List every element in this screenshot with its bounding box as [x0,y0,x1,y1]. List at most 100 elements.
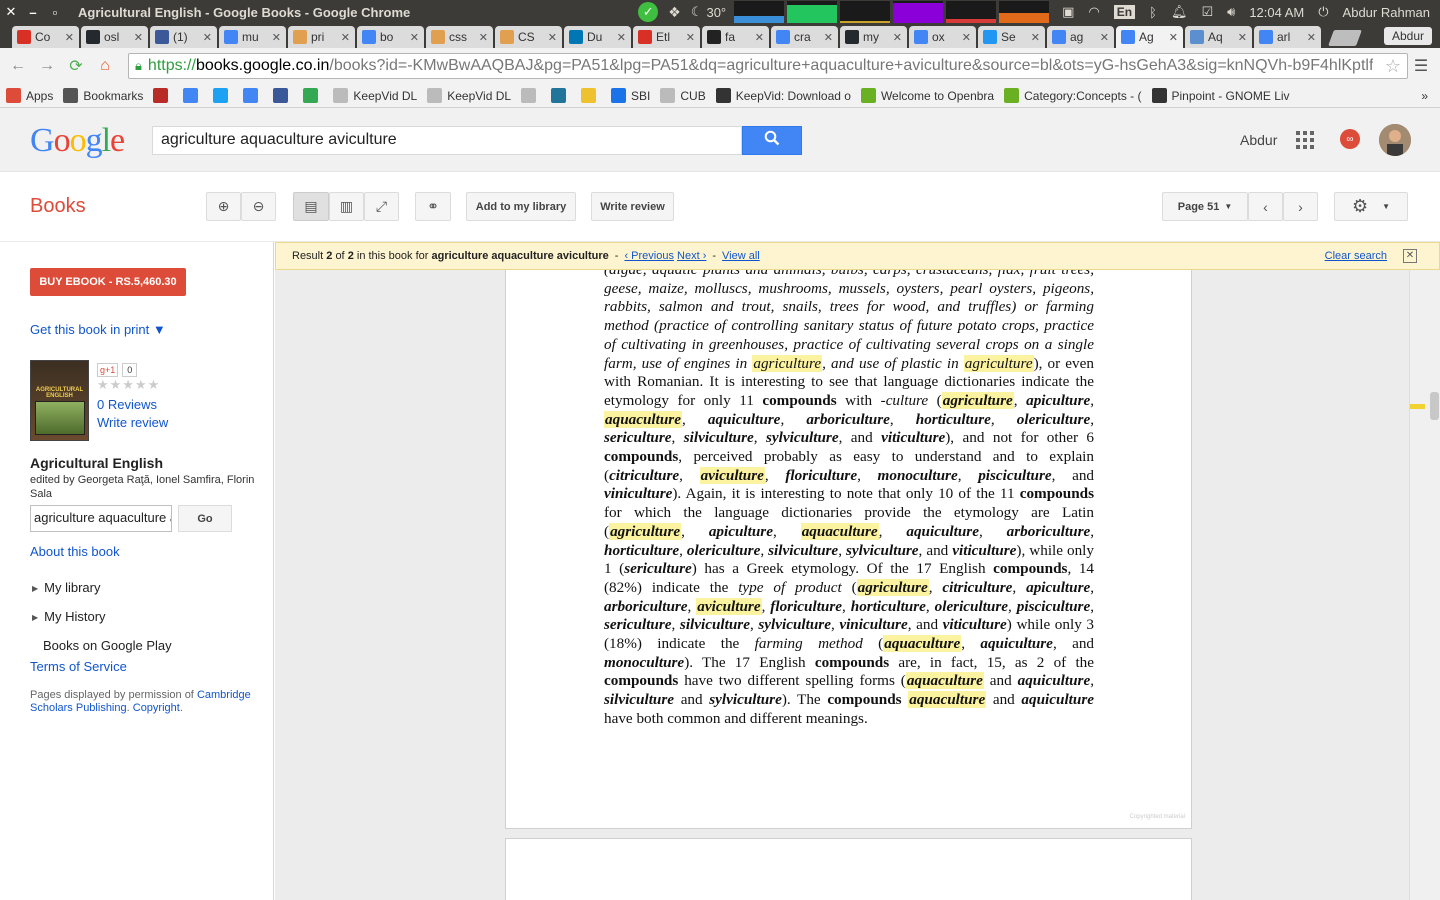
bookmark-item[interactable] [521,88,541,103]
plus-one[interactable]: g+1 0 [97,363,138,377]
tab-close-icon[interactable]: ✕ [1238,31,1247,44]
tab-close-icon[interactable]: ✕ [824,31,833,44]
book-cover[interactable]: AGRICULTURAL ENGLISH [30,360,89,441]
tab-close-icon[interactable]: ✕ [1307,31,1316,44]
go-button[interactable]: Go [178,505,232,532]
tab-18[interactable]: arl ✕ [1254,26,1321,48]
tab-16[interactable]: Ag ✕ [1116,26,1183,48]
disk-graph[interactable] [946,1,997,23]
tab-0[interactable]: Co ✕ [12,26,79,48]
apps-grid-icon[interactable] [1296,131,1314,152]
bookmark-item[interactable]: Apps [6,88,53,103]
weather-moon-icon[interactable]: ☾ [691,4,703,20]
bookmark-item[interactable]: Bookmarks [63,88,143,103]
zoom-in-button[interactable]: ⊕ [206,192,241,221]
tab-close-icon[interactable]: ✕ [962,31,971,44]
bookmark-star-icon[interactable]: ☆ [1385,56,1401,77]
my-library-toggle[interactable]: ▶ My library [32,580,101,595]
load-graph[interactable] [999,1,1050,23]
tab-7[interactable]: CS ✕ [495,26,562,48]
next-page-button[interactable]: › [1283,192,1318,221]
profile-button[interactable]: Abdur [1383,27,1432,45]
power-icon[interactable]: ⏻ [1318,4,1328,20]
swap-graph[interactable] [840,1,891,23]
bookmark-item[interactable] [153,88,173,103]
fullscreen-button[interactable]: ⤢ [364,192,399,221]
previous-result-link[interactable]: ‹ Previous [624,250,674,262]
tab-11[interactable]: cra ✕ [771,26,838,48]
maximize-window-icon[interactable]: ▫ [44,5,66,20]
notifications-icon[interactable]: ∞ [1340,129,1360,149]
tab-close-icon[interactable]: ✕ [548,31,557,44]
two-page-view-button[interactable]: ▥ [329,192,364,221]
bookmark-item[interactable] [213,88,233,103]
bookmark-item[interactable]: KeepVid DL [333,88,417,103]
tab-close-icon[interactable]: ✕ [272,31,281,44]
volume-icon[interactable]: 🔊︎ [1227,4,1235,20]
add-to-library-button[interactable]: Add to my library [466,192,576,221]
memory-graph[interactable] [787,1,838,23]
reviews-link[interactable]: 0 Reviews [97,397,157,412]
forward-arrow-icon[interactable]: → [35,54,59,78]
copyright-link[interactable]: Copyright [133,702,180,714]
session-user[interactable]: Abdur Rahman [1343,5,1430,20]
tab-13[interactable]: ox ✕ [909,26,976,48]
bookmark-item[interactable]: Pinpoint - GNOME Liv [1151,88,1290,103]
tab-close-icon[interactable]: ✕ [686,31,695,44]
bell-icon[interactable]: 🔔︎ [1171,4,1188,20]
tab-close-icon[interactable]: ✕ [65,31,74,44]
terms-link[interactable]: Terms of Service [30,659,127,674]
address-bar[interactable]: 🔒︎ https:// books.google.co.in /books?id… [128,53,1408,79]
my-history-toggle[interactable]: ▶ My History [32,609,106,624]
tab-close-icon[interactable]: ✕ [755,31,764,44]
link-button[interactable]: ⚭ [415,192,451,221]
tab-17[interactable]: Aq ✕ [1185,26,1252,48]
write-review-link[interactable]: Write review [97,415,168,430]
buy-ebook-button[interactable]: BUY EBOOK - RS.5,460.30 [30,268,186,296]
about-book-link[interactable]: About this book [30,544,120,559]
tab-8[interactable]: Du ✕ [564,26,631,48]
viewer-scrollbar[interactable] [1409,270,1440,900]
tab-close-icon[interactable]: ✕ [617,31,626,44]
bookmark-item[interactable] [581,88,601,103]
tab-14[interactable]: Se ✕ [978,26,1045,48]
search-button[interactable] [742,126,802,155]
tab-15[interactable]: ag ✕ [1047,26,1114,48]
bookmark-item[interactable] [551,88,571,103]
tab-close-icon[interactable]: ✕ [410,31,419,44]
bookmark-item[interactable] [303,88,323,103]
cpu-graph[interactable] [734,1,785,23]
network-graph[interactable] [893,1,944,23]
back-arrow-icon[interactable]: ← [6,54,30,78]
tab-12[interactable]: my ✕ [840,26,907,48]
tab-close-icon[interactable]: ✕ [1169,31,1178,44]
keyboard-layout[interactable]: En [1113,5,1136,19]
book-viewer[interactable]: (algae, aquatic plants and animals, bulb… [275,270,1409,900]
tab-close-icon[interactable]: ✕ [1031,31,1040,44]
search-hit-marker[interactable] [1410,404,1425,409]
bookmark-item[interactable]: Welcome to Openbra [860,88,994,103]
tab-10[interactable]: fa ✕ [702,26,769,48]
sync-check-icon[interactable]: ✓ [638,2,659,22]
tab-4[interactable]: pri ✕ [288,26,355,48]
get-print-link[interactable]: Get this book in print ▼ [30,322,166,337]
tab-6[interactable]: css ✕ [426,26,493,48]
write-review-button[interactable]: Write review [591,192,674,221]
google-plus-one-icon[interactable]: g+1 [97,363,119,377]
close-window-icon[interactable]: ✕ [0,4,22,20]
chrome-menu-icon[interactable]: ☰ [1408,56,1434,76]
google-search-input[interactable]: agriculture aquaculture aviculture [152,126,742,155]
bookmark-item[interactable]: KeepVid: Download o [715,88,851,103]
tab-2[interactable]: (1) ✕ [150,26,217,48]
minimize-window-icon[interactable]: – [22,5,44,20]
single-page-view-button[interactable]: ▤ [293,192,329,221]
books-title[interactable]: Books [30,195,86,218]
bluetooth-icon[interactable]: ᛒ [1149,5,1157,20]
avatar[interactable] [1379,124,1411,156]
search-in-book-input[interactable]: agriculture aquaculture aviculture [30,505,172,532]
next-result-link[interactable]: Next › [677,250,706,262]
bookmark-item[interactable]: CUB [660,88,706,103]
new-tab-button[interactable] [1328,30,1362,46]
scrollbar-thumb[interactable] [1430,392,1439,420]
reload-icon[interactable]: ⟳ [64,54,88,78]
